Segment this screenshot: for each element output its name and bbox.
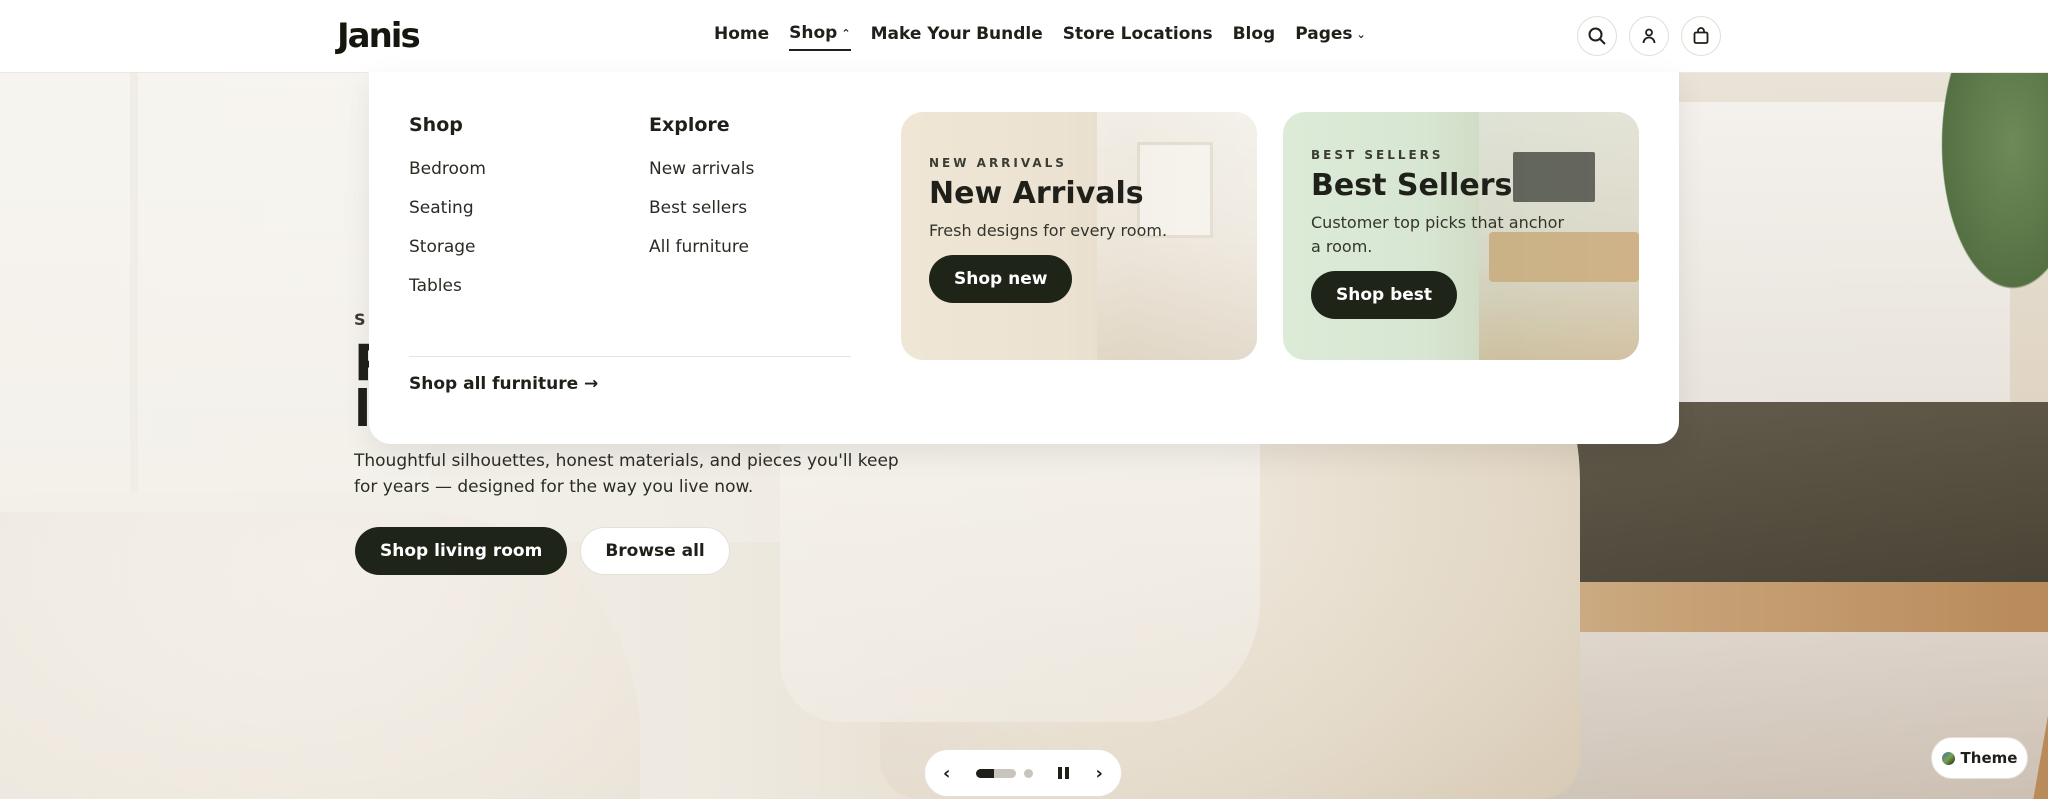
hero-description: Thoughtful silhouettes, honest materials… (354, 451, 899, 497)
nav-stores-label: Store Locations (1062, 24, 1213, 44)
slider-dot-1[interactable] (975, 768, 1016, 778)
nav-home-label: Home (714, 24, 770, 44)
mega-link-seating[interactable]: Seating (409, 189, 486, 228)
promo-card-best-sellers[interactable]: BEST SELLERS Best Sellers Customer top p… (1283, 112, 1639, 360)
slider-dot-2[interactable] (1023, 768, 1033, 778)
promo-kicker: NEW ARRIVALS (929, 156, 1067, 170)
mega-link-bedroom[interactable]: Bedroom (409, 150, 486, 189)
slider-pagination (975, 768, 1033, 778)
mega-heading-explore: Explore (649, 114, 730, 136)
chevron-down-icon: ⌄ (1356, 27, 1366, 41)
shop-all-furniture-link[interactable]: Shop all furniture → (409, 374, 598, 394)
promo-description: Customer top picks that anchor a room. (1311, 213, 1565, 256)
promo-title: Best Sellers (1311, 168, 1513, 203)
shop-new-button[interactable]: Shop new (929, 255, 1073, 303)
mega-link-all-furniture[interactable]: All furniture (649, 228, 754, 267)
nav-blog[interactable]: Blog (1233, 23, 1276, 51)
nav-pages[interactable]: Pages ⌄ (1295, 23, 1366, 51)
nav-bundle-label: Make Your Bundle (870, 24, 1043, 44)
search-icon (1588, 27, 1606, 45)
nav-make-your-bundle[interactable]: Make Your Bundle (871, 23, 1043, 51)
shop-best-button[interactable]: Shop best (1311, 271, 1458, 319)
nav-shop-label: Shop (789, 23, 838, 43)
account-button[interactable] (1629, 16, 1669, 56)
theme-button[interactable]: Theme (1931, 737, 2028, 779)
pause-icon[interactable] (1058, 767, 1070, 779)
cart-button[interactable] (1681, 16, 1721, 56)
nav-blog-label: Blog (1232, 24, 1276, 44)
hero-actions: Shop living room Browse all (355, 527, 730, 575)
mega-link-new-arrivals[interactable]: New arrivals (649, 150, 754, 189)
nav-home[interactable]: Home (714, 23, 769, 51)
logo[interactable]: Janis (337, 16, 421, 56)
promo-description: Fresh designs for every room. (929, 221, 1168, 240)
promo-kicker: BEST SELLERS (1311, 148, 1444, 162)
slider-next-button[interactable]: › (1096, 763, 1103, 784)
mega-link-best-sellers[interactable]: Best sellers (649, 189, 754, 228)
palette-icon (1941, 751, 1955, 765)
theme-label: Theme (1960, 749, 2018, 767)
promo-title: New Arrivals (929, 176, 1144, 211)
site-header: Janis Home Shop ⌃ Make Your Bundle Store… (0, 0, 2048, 73)
hero-slider-controls: ‹ › (924, 749, 1122, 797)
mega-link-storage[interactable]: Storage (409, 228, 486, 267)
mega-divider (409, 356, 851, 357)
browse-all-button[interactable]: Browse all (580, 527, 730, 575)
header-actions (1577, 16, 1721, 56)
nav-pages-label: Pages (1295, 24, 1353, 44)
slider-prev-button[interactable]: ‹ (943, 763, 950, 784)
account-icon (1642, 28, 1656, 44)
promo-text-best: BEST SELLERS Best Sellers Customer top p… (1311, 148, 1571, 319)
search-button[interactable] (1577, 16, 1617, 56)
nav-shop[interactable]: Shop ⌃ (789, 23, 851, 51)
mega-column-explore: Explore New arrivals Best sellers All fu… (649, 114, 754, 267)
shop-living-room-button[interactable]: Shop living room (355, 527, 568, 575)
chevron-up-icon: ⌃ (841, 26, 851, 40)
mega-heading-shop: Shop (409, 114, 463, 136)
promo-card-new-arrivals[interactable]: NEW ARRIVALS New Arrivals Fresh designs … (901, 112, 1257, 360)
cart-icon (1693, 27, 1709, 44)
promo-text-new: NEW ARRIVALS New Arrivals Fresh designs … (929, 156, 1179, 303)
main-nav: Home Shop ⌃ Make Your Bundle Store Locat… (714, 23, 1366, 51)
mega-column-shop: Shop Bedroom Seating Storage Tables (409, 114, 486, 306)
nav-store-locations[interactable]: Store Locations (1063, 23, 1213, 51)
shop-mega-menu: Shop Bedroom Seating Storage Tables Expl… (369, 72, 1679, 444)
mega-link-tables[interactable]: Tables (409, 267, 486, 306)
